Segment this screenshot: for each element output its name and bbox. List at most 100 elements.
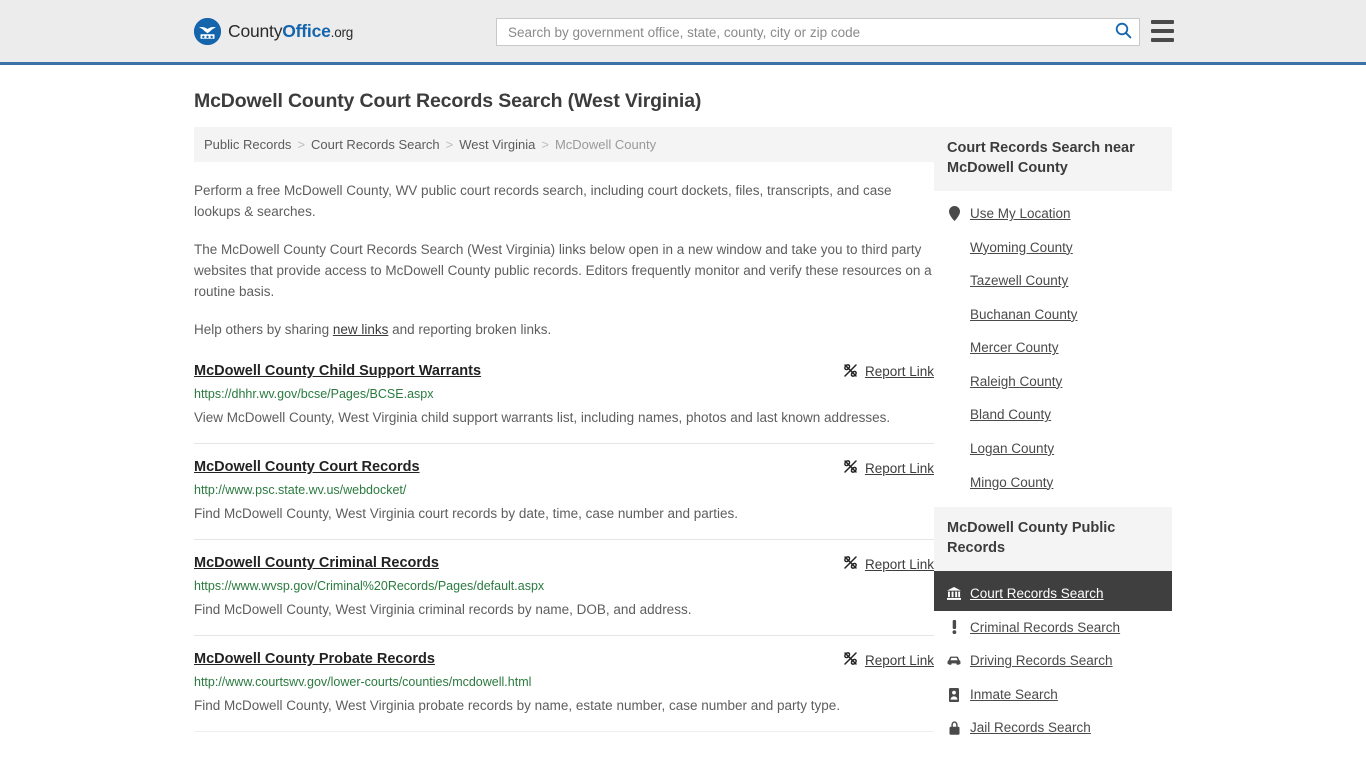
breadcrumb-item-2[interactable]: Court Records Search	[311, 137, 440, 152]
result-header: McDowell County Child Support Warrants Re…	[194, 362, 934, 381]
sidebar-item-label: Inmate Search	[970, 686, 1058, 702]
intro-paragraph-2: The McDowell County Court Records Search…	[194, 241, 932, 300]
sidebar-item-label: Driving Records Search	[970, 653, 1113, 669]
nearby-item-mingo-county[interactable]: Mingo County	[934, 466, 1172, 500]
list-item: Raleigh County	[934, 365, 1172, 399]
site-header: CountyOffice.org	[0, 0, 1366, 65]
logo-text-org: .org	[330, 24, 354, 40]
map-pin-icon	[947, 206, 961, 222]
sidebar-item-label: Jail Records Search	[970, 720, 1091, 736]
hamburger-menu-icon[interactable]	[1151, 20, 1174, 42]
sidebar-item-label: Mercer County	[970, 340, 1059, 356]
lock-icon	[947, 721, 961, 735]
result-item: McDowell County Child Support Warrants Re…	[194, 362, 934, 445]
breadcrumb-item-4: McDowell County	[554, 137, 657, 152]
result-description: Find McDowell County, West Virginia crim…	[194, 602, 692, 618]
public-records-heading: McDowell County Public Records	[934, 507, 1172, 572]
page-title: McDowell County Court Records Search (We…	[194, 90, 702, 112]
public-records-panel: McDowell County Public Records Court Rec…	[934, 507, 1172, 745]
sidebar: Court Records Search near McDowell Count…	[934, 127, 1172, 753]
list-item: Jail Records Search	[934, 711, 1172, 745]
breadcrumb-item-1[interactable]: Public Records	[204, 137, 291, 152]
list-item: Driving Records Search	[934, 644, 1172, 678]
hamburger-bar-1	[1151, 20, 1174, 24]
list-item: Mercer County	[934, 331, 1172, 365]
result-title-link[interactable]: McDowell County Criminal Records	[194, 554, 439, 572]
nearby-item-buchanan-county[interactable]: Buchanan County	[934, 298, 1172, 332]
result-title-link[interactable]: McDowell County Probate Records	[194, 650, 435, 668]
sidebar-item-label: Logan County	[970, 440, 1055, 456]
report-link-label: Report Link	[864, 460, 934, 476]
main-content: Public Records > Court Records Search > West…	[194, 127, 934, 746]
breadcrumb-separator: >	[297, 137, 306, 152]
search-icon	[1115, 22, 1132, 42]
search-button[interactable]	[1107, 19, 1139, 45]
records-item-criminal-records-search[interactable]: Criminal Records Search	[934, 611, 1172, 645]
breadcrumb-separator: >	[445, 137, 454, 152]
result-header: McDowell County Court Records Report Link	[194, 458, 934, 477]
result-description: Find McDowell County, West Virginia cour…	[194, 505, 738, 521]
sidebar-item-label: Criminal Records Search	[970, 619, 1121, 635]
nearby-item-bland-county[interactable]: Bland County	[934, 398, 1172, 432]
broken-link-icon	[843, 651, 858, 669]
nearby-item-tazewell-county[interactable]: Tazewell County	[934, 264, 1172, 298]
hamburger-bar-2	[1151, 29, 1174, 33]
car-icon	[947, 656, 961, 666]
public-records-list: Court Records Search Criminal Records Sea…	[934, 571, 1172, 745]
sidebar-item-label: Bland County	[970, 407, 1052, 423]
list-item: Court Records Search	[934, 571, 1172, 611]
search-input[interactable]	[497, 19, 1107, 45]
result-header: McDowell County Probate Records Report Li…	[194, 650, 934, 669]
intro-p3-after: and reporting broken links.	[388, 321, 552, 337]
result-item: McDowell County Probate Records Report Li…	[194, 650, 934, 733]
sidebar-item-label: Court Records Search	[970, 586, 1104, 602]
nearby-item-wyoming-county[interactable]: Wyoming County	[934, 231, 1172, 265]
result-item: McDowell County Criminal Records Report L…	[194, 554, 934, 637]
new-links-link[interactable]: new links	[333, 322, 389, 337]
sidebar-item-label: Use My Location	[970, 206, 1071, 222]
exclamation-icon	[947, 620, 961, 635]
sidebar-item-label: Tazewell County	[970, 273, 1069, 289]
nearby-item-mercer-county[interactable]: Mercer County	[934, 331, 1172, 365]
broken-link-icon	[843, 363, 858, 381]
intro-p3-before: Help others by sharing	[194, 321, 333, 337]
result-title-link[interactable]: McDowell County Child Support Warrants	[194, 362, 481, 380]
content-columns: Public Records > Court Records Search > West…	[194, 127, 1172, 753]
records-item-jail-records-search[interactable]: Jail Records Search	[934, 711, 1172, 745]
list-item: Buchanan County	[934, 298, 1172, 332]
result-description: Find McDowell County, West Virginia prob…	[194, 698, 841, 714]
records-item-court-records-search[interactable]: Court Records Search	[934, 571, 1172, 611]
report-link-button[interactable]: Report Link	[843, 363, 934, 381]
records-item-driving-records-search[interactable]: Driving Records Search	[934, 644, 1172, 678]
intro-paragraph-3: Help others by sharing new links and rep…	[194, 319, 934, 340]
breadcrumb-item-3[interactable]: West Virginia	[459, 137, 535, 152]
list-item: Inmate Search	[934, 678, 1172, 712]
list-item: Mingo County	[934, 466, 1172, 500]
eagle-seal-icon	[194, 17, 221, 45]
site-logo-text: CountyOffice.org	[228, 21, 353, 42]
nearby-item-use-my-location[interactable]: Use My Location	[934, 191, 1172, 231]
records-item-inmate-search[interactable]: Inmate Search	[934, 678, 1172, 712]
result-title-link[interactable]: McDowell County Court Records	[194, 458, 420, 476]
intro-text: Perform a free McDowell County, WV publi…	[194, 180, 934, 340]
breadcrumb: Public Records > Court Records Search > West…	[194, 127, 934, 162]
intro-paragraph-1: Perform a free McDowell County, WV publi…	[194, 183, 892, 220]
report-link-button[interactable]: Report Link	[843, 555, 934, 573]
result-header: McDowell County Criminal Records Report L…	[194, 554, 934, 573]
nearby-item-raleigh-county[interactable]: Raleigh County	[934, 365, 1172, 399]
result-item: McDowell County Court Records Report Link…	[194, 458, 934, 541]
sidebar-item-label: Buchanan County	[970, 306, 1078, 322]
result-url: https://dhhr.wv.gov/bcse/Pages/BCSE.aspx	[194, 386, 434, 401]
list-item: Criminal Records Search	[934, 611, 1172, 645]
result-description: View McDowell County, West Virginia chil…	[194, 409, 891, 425]
search-bar	[496, 18, 1140, 46]
report-link-button[interactable]: Report Link	[843, 459, 934, 477]
result-url: https://www.wvsp.gov/Criminal%20Records/…	[194, 579, 545, 594]
sidebar-item-label: Wyoming County	[970, 239, 1073, 255]
nearby-counties-panel: Court Records Search near McDowell Count…	[934, 127, 1172, 499]
hamburger-bar-3	[1151, 38, 1174, 42]
nearby-item-logan-county[interactable]: Logan County	[934, 432, 1172, 466]
list-item: Use My Location	[934, 191, 1172, 231]
site-logo[interactable]: CountyOffice.org	[194, 17, 353, 45]
report-link-button[interactable]: Report Link	[843, 651, 934, 669]
